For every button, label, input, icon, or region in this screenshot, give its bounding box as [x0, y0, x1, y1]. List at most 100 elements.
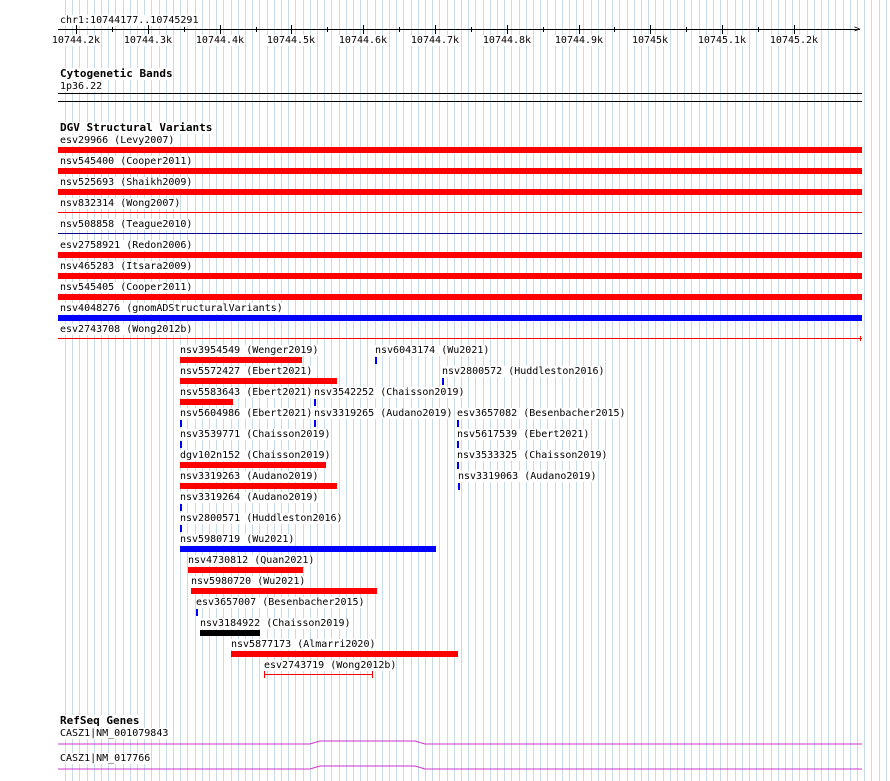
grid-line	[123, 0, 124, 781]
ruler-tick-label: 10745.2k	[769, 35, 819, 46]
ruler-minor-tick	[184, 27, 185, 32]
ruler-tick-label: 10744.2k	[51, 35, 101, 46]
grid-line	[850, 0, 851, 781]
grid-line	[511, 0, 512, 781]
grid-line	[814, 0, 815, 781]
variant-feature[interactable]	[180, 525, 182, 532]
ruler-minor-tick	[256, 27, 257, 32]
variant-feature[interactable]	[442, 378, 444, 385]
variant-feature[interactable]	[180, 441, 182, 448]
variant-feature[interactable]	[58, 338, 862, 339]
grid-line	[72, 0, 73, 781]
variant-feature[interactable]	[264, 674, 373, 675]
variant-feature[interactable]	[375, 357, 377, 364]
refseq-track-title: RefSeq Genes	[60, 714, 140, 727]
variant-label: esv2758921 (Redon2006)	[60, 240, 193, 251]
transcript-model[interactable]	[0, 735, 890, 747]
variant-feature[interactable]	[58, 189, 862, 195]
ruler-tick	[435, 25, 436, 34]
variant-feature[interactable]	[58, 168, 862, 174]
grid-line	[583, 0, 584, 781]
variant-feature[interactable]	[314, 399, 316, 406]
variant-feature[interactable]	[180, 357, 302, 363]
variant-feature[interactable]	[58, 315, 862, 321]
grid-line	[713, 0, 714, 781]
grid-line	[706, 0, 707, 781]
ruler-tick	[363, 25, 364, 34]
variant-feature[interactable]	[180, 504, 182, 511]
grid-line	[605, 0, 606, 781]
variant-label: nsv6043174 (Wu2021)	[375, 345, 490, 356]
grid-line	[490, 0, 491, 781]
variant-feature[interactable]	[58, 273, 862, 279]
variant-feature[interactable]	[200, 630, 260, 636]
variant-label: nsv5877173 (Almarri2020)	[231, 639, 376, 650]
transcript-model[interactable]	[0, 760, 890, 772]
variant-label: nsv832314 (Wong2007)	[60, 198, 181, 209]
variant-feature[interactable]	[58, 294, 862, 300]
variant-feature[interactable]	[188, 567, 303, 573]
variant-label: nsv3539771 (Chaisson2019)	[180, 429, 331, 440]
variant-feature[interactable]	[58, 147, 862, 153]
grid-line	[843, 0, 844, 781]
grid-line	[735, 0, 736, 781]
variant-feature[interactable]	[231, 651, 458, 657]
variant-feature[interactable]	[180, 462, 326, 468]
cytoband-feature[interactable]	[58, 93, 862, 94]
grid-line	[562, 0, 563, 781]
ruler-minor-tick	[543, 27, 544, 32]
ruler-tick-label: 10744.3k	[123, 35, 173, 46]
variant-label: nsv5617539 (Ebert2021)	[457, 429, 590, 440]
grid-line	[115, 0, 116, 781]
ruler-tick-label: 10744.5k	[266, 35, 316, 46]
ruler-tick-label: 10744.9k	[554, 35, 604, 46]
variant-feature[interactable]	[314, 420, 316, 427]
grid-line	[799, 0, 800, 781]
variant-feature[interactable]	[457, 462, 459, 469]
ruler-tick	[507, 25, 508, 34]
grid-line	[727, 0, 728, 781]
variant-feature[interactable]	[196, 609, 198, 616]
variant-label: esv2743719 (Wong2012b)	[264, 660, 397, 671]
variant-feature[interactable]	[180, 420, 182, 427]
grid-line	[598, 0, 599, 781]
variant-feature[interactable]	[457, 420, 459, 427]
grid-line	[756, 0, 757, 781]
variant-feature[interactable]	[58, 252, 862, 258]
variant-feature[interactable]	[191, 588, 377, 594]
variant-label: nsv545405 (Cooper2011)	[60, 282, 193, 293]
grid-line	[749, 0, 750, 781]
variant-feature[interactable]	[180, 399, 233, 405]
grid-line	[619, 0, 620, 781]
ruler-minor-tick	[758, 27, 759, 32]
variant-feature[interactable]	[180, 546, 436, 552]
variant-label: nsv3542252 (Chaisson2019)	[314, 387, 465, 398]
location-label: chr1:10744177..10745291	[60, 15, 199, 26]
grid-line	[144, 0, 145, 781]
ruler-tick-label: 10745k	[631, 35, 669, 46]
variant-feature[interactable]	[458, 483, 460, 490]
grid-line	[864, 0, 865, 781]
variant-feature[interactable]	[457, 441, 459, 448]
grid-line	[526, 0, 527, 781]
variant-feature[interactable]	[58, 212, 862, 213]
grid-line	[159, 0, 160, 781]
ruler-minor-tick	[686, 27, 687, 32]
grid-line	[569, 0, 570, 781]
grid-line	[871, 0, 872, 781]
variant-label: nsv3184922 (Chaisson2019)	[200, 618, 351, 629]
grid-line	[699, 0, 700, 781]
grid-line	[151, 0, 152, 781]
grid-line	[670, 0, 671, 781]
variant-feature[interactable]	[180, 483, 337, 489]
ruler-minor-tick	[112, 27, 113, 32]
grid-line	[87, 0, 88, 781]
dgv-track-title: DGV Structural Variants	[60, 121, 213, 134]
variant-feature[interactable]	[58, 233, 862, 234]
variant-feature[interactable]	[180, 378, 337, 384]
ruler-line[interactable]	[58, 29, 860, 30]
grid-line	[627, 0, 628, 781]
variant-label: nsv2800572 (Huddleston2016)	[442, 366, 605, 377]
grid-line	[634, 0, 635, 781]
grid-line	[519, 0, 520, 781]
